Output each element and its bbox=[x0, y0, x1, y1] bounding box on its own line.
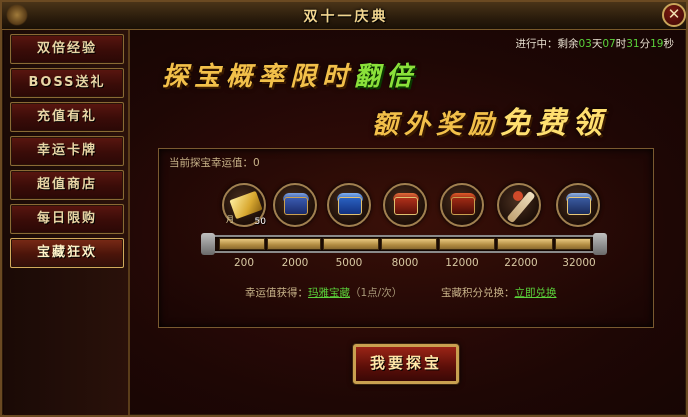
threshold-label: 22000 bbox=[504, 257, 538, 269]
banner-line-2: 额外奖励免费领 bbox=[372, 98, 608, 142]
sidebar-item-value-shop[interactable]: 超值商店 bbox=[10, 170, 124, 200]
sidebar-item-recharge-gift[interactable]: 充值有礼 bbox=[10, 102, 124, 132]
exchange-label: 宝藏积分兑换： bbox=[441, 287, 515, 299]
banner-line-1: 探宝概率限时翻倍 bbox=[162, 56, 418, 93]
progress-segment bbox=[219, 238, 265, 250]
sidebar-item-boss-gift[interactable]: BOSS送礼 bbox=[10, 68, 124, 98]
sidebar-item-treasure-carnival[interactable]: 宝藏狂欢 bbox=[10, 238, 124, 268]
progress-segment bbox=[497, 238, 553, 250]
exchange-now-link[interactable]: 立即兑换 bbox=[515, 287, 557, 299]
timer-hours-unit: 时 bbox=[615, 38, 627, 50]
close-button[interactable]: ✕ bbox=[662, 3, 686, 27]
reward-quantity: 50 bbox=[254, 217, 266, 227]
luck-source-info: 幸运值获得：玛雅宝藏（1点/次） bbox=[245, 285, 402, 300]
title-bar: 双十一庆典 ✕ bbox=[2, 2, 686, 30]
reward-blue-gold-chest-icon[interactable] bbox=[556, 183, 600, 227]
threshold-label: 2000 bbox=[281, 257, 309, 269]
luck-source-label: 幸运值获得： bbox=[245, 287, 308, 299]
progress-segment bbox=[381, 238, 437, 250]
timer-prefix: 进行中：剩余 bbox=[515, 38, 579, 50]
maya-treasure-link[interactable]: 玛雅宝藏 bbox=[308, 287, 350, 299]
reward-blue-chest-icon[interactable] bbox=[327, 183, 371, 227]
exchange-info: 宝藏积分兑换：立即兑换 bbox=[441, 285, 557, 300]
reward-blue-chest-icon[interactable] bbox=[273, 183, 317, 227]
banner-line-2-highlight: 免费领 bbox=[500, 106, 609, 141]
progress-segment bbox=[439, 238, 495, 250]
banner-line-1-highlight: 翻倍 bbox=[354, 62, 419, 92]
progress-cap-left bbox=[201, 233, 215, 255]
reward-red-chest-icon[interactable] bbox=[440, 183, 484, 227]
threshold-label: 5000 bbox=[335, 257, 363, 269]
progress-segment bbox=[267, 238, 321, 250]
threshold-label: 8000 bbox=[391, 257, 419, 269]
countdown-timer: 进行中：剩余03天07时31分19秒 bbox=[516, 36, 675, 51]
reward-gold-scroll-icon[interactable]: 月 50 bbox=[222, 183, 266, 227]
sidebar-item-daily-limit[interactable]: 每日限购 bbox=[10, 204, 124, 234]
timer-days-unit: 天 bbox=[591, 38, 603, 50]
timer-days: 03 bbox=[578, 38, 592, 50]
progress-segment bbox=[323, 238, 379, 250]
threshold-label: 32000 bbox=[562, 257, 596, 269]
timer-hours: 07 bbox=[602, 38, 616, 50]
luck-value-label: 当前探宝幸运值：0 bbox=[169, 157, 260, 169]
sidebar-item-double-exp[interactable]: 双倍经验 bbox=[10, 34, 124, 64]
banner-line-1-main: 探宝概率限时 bbox=[162, 62, 355, 92]
sidebar-item-lucky-cards[interactable]: 幸运卡牌 bbox=[10, 136, 124, 166]
treasure-panel: 当前探宝幸运值：0 月 50 200 2000 5000 8000 12000 … bbox=[158, 148, 654, 328]
window-title: 双十一庆典 bbox=[303, 9, 389, 25]
luck-progress-bar bbox=[201, 233, 607, 255]
sidebar: 双倍经验 BOSS送礼 充值有礼 幸运卡牌 超值商店 每日限购 宝藏狂欢 bbox=[4, 30, 130, 415]
timer-minutes: 31 bbox=[626, 38, 640, 50]
reward-tag: 月 bbox=[226, 215, 234, 224]
progress-cap-right bbox=[593, 233, 607, 255]
timer-seconds: 19 bbox=[650, 38, 664, 50]
timer-seconds-unit: 秒 bbox=[663, 38, 675, 50]
reward-red-chest-icon[interactable] bbox=[383, 183, 427, 227]
luck-source-rate: （1点/次） bbox=[350, 287, 403, 299]
progress-segment bbox=[555, 238, 591, 250]
threshold-label: 12000 bbox=[445, 257, 479, 269]
event-window: 双十一庆典 ✕ 双倍经验 BOSS送礼 充值有礼 幸运卡牌 超值商店 每日限购 … bbox=[0, 0, 688, 417]
timer-minutes-unit: 分 bbox=[639, 38, 651, 50]
banner-line-2-main: 额外奖励 bbox=[372, 110, 501, 140]
reward-bone-weapon-icon[interactable] bbox=[497, 183, 541, 227]
threshold-label: 200 bbox=[233, 257, 255, 269]
treasure-hunt-button[interactable]: 我要探宝 bbox=[353, 344, 459, 384]
